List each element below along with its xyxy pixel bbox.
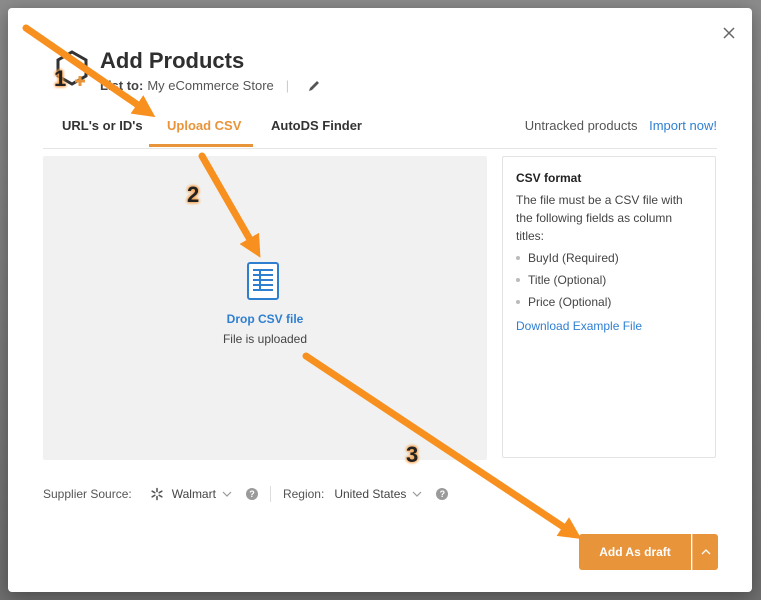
- csv-dropzone[interactable]: Drop CSV file File is uploaded: [43, 156, 487, 460]
- upload-status: File is uploaded: [222, 332, 308, 346]
- list-to-label: List to:: [100, 78, 144, 93]
- step-2-label: 2: [187, 182, 200, 207]
- help-icon[interactable]: ?: [436, 488, 449, 500]
- region-label: Region:: [282, 487, 325, 501]
- add-as-draft-button[interactable]: Add As draft: [579, 534, 691, 570]
- list-item: BuyId (Required): [516, 249, 702, 267]
- active-tab-indicator: [149, 144, 253, 147]
- bullet-icon: [516, 256, 520, 260]
- supplier-value: Walmart: [171, 487, 216, 501]
- close-button[interactable]: [720, 24, 738, 42]
- divider: [269, 486, 271, 502]
- add-products-dialog: Add Products List to: My eCommerce Store…: [8, 8, 752, 592]
- untracked-label: Untracked products: [524, 118, 638, 133]
- source-options-row: Supplier Source: Walmart ? Region: Unite…: [43, 484, 449, 504]
- tab-bar: URL's or ID's Upload CSV AutoDS Finder U…: [43, 108, 717, 149]
- close-icon: [723, 27, 735, 39]
- bullet-icon: [516, 278, 520, 282]
- tab-autods-finder[interactable]: AutoDS Finder: [271, 118, 362, 133]
- field-name: Price (Optional): [528, 295, 612, 309]
- list-item: Price (Optional): [516, 293, 702, 311]
- untracked-products: Untracked products Import now!: [525, 118, 717, 133]
- csv-format-panel: CSV format The file must be a CSV file w…: [502, 156, 716, 458]
- drop-csv-label[interactable]: Drop CSV file: [43, 312, 487, 326]
- tab-upload-csv[interactable]: Upload CSV: [167, 118, 241, 133]
- store-name[interactable]: My eCommerce Store: [147, 78, 273, 93]
- chevron-down-icon: [222, 491, 232, 497]
- import-now-link[interactable]: Import now!: [649, 118, 717, 133]
- dialog-title: Add Products: [100, 48, 245, 73]
- supplier-source-label: Supplier Source:: [43, 487, 132, 501]
- list-item: Title (Optional): [516, 271, 702, 289]
- download-example-link[interactable]: Download Example File: [516, 317, 702, 335]
- step-1-label: 1: [54, 66, 67, 91]
- list-to-row: List to: My eCommerce Store |: [100, 78, 321, 93]
- pencil-icon[interactable]: [307, 79, 321, 93]
- field-name: BuyId (Required): [528, 251, 619, 265]
- csv-fields-list: BuyId (Required) Title (Optional) Price …: [516, 249, 702, 311]
- walmart-spark-icon: [151, 487, 163, 501]
- chevron-down-icon: [412, 491, 422, 497]
- add-options-toggle[interactable]: [692, 534, 718, 570]
- supplier-select[interactable]: Walmart: [172, 487, 232, 501]
- field-name: Title (Optional): [528, 273, 607, 287]
- chevron-up-icon: [701, 549, 710, 555]
- tab-urls-ids[interactable]: URL's or ID's: [62, 118, 143, 133]
- store-separator: |: [285, 78, 290, 93]
- csv-format-heading: CSV format: [516, 171, 582, 185]
- step-3-label: 3: [406, 442, 419, 467]
- region-value: United States: [334, 487, 407, 501]
- csv-file-icon: [247, 262, 279, 300]
- region-select[interactable]: United States: [334, 487, 422, 501]
- help-icon[interactable]: ?: [245, 488, 258, 500]
- bullet-icon: [516, 300, 520, 304]
- csv-format-description: The file must be a CSV file with the fol…: [516, 193, 683, 243]
